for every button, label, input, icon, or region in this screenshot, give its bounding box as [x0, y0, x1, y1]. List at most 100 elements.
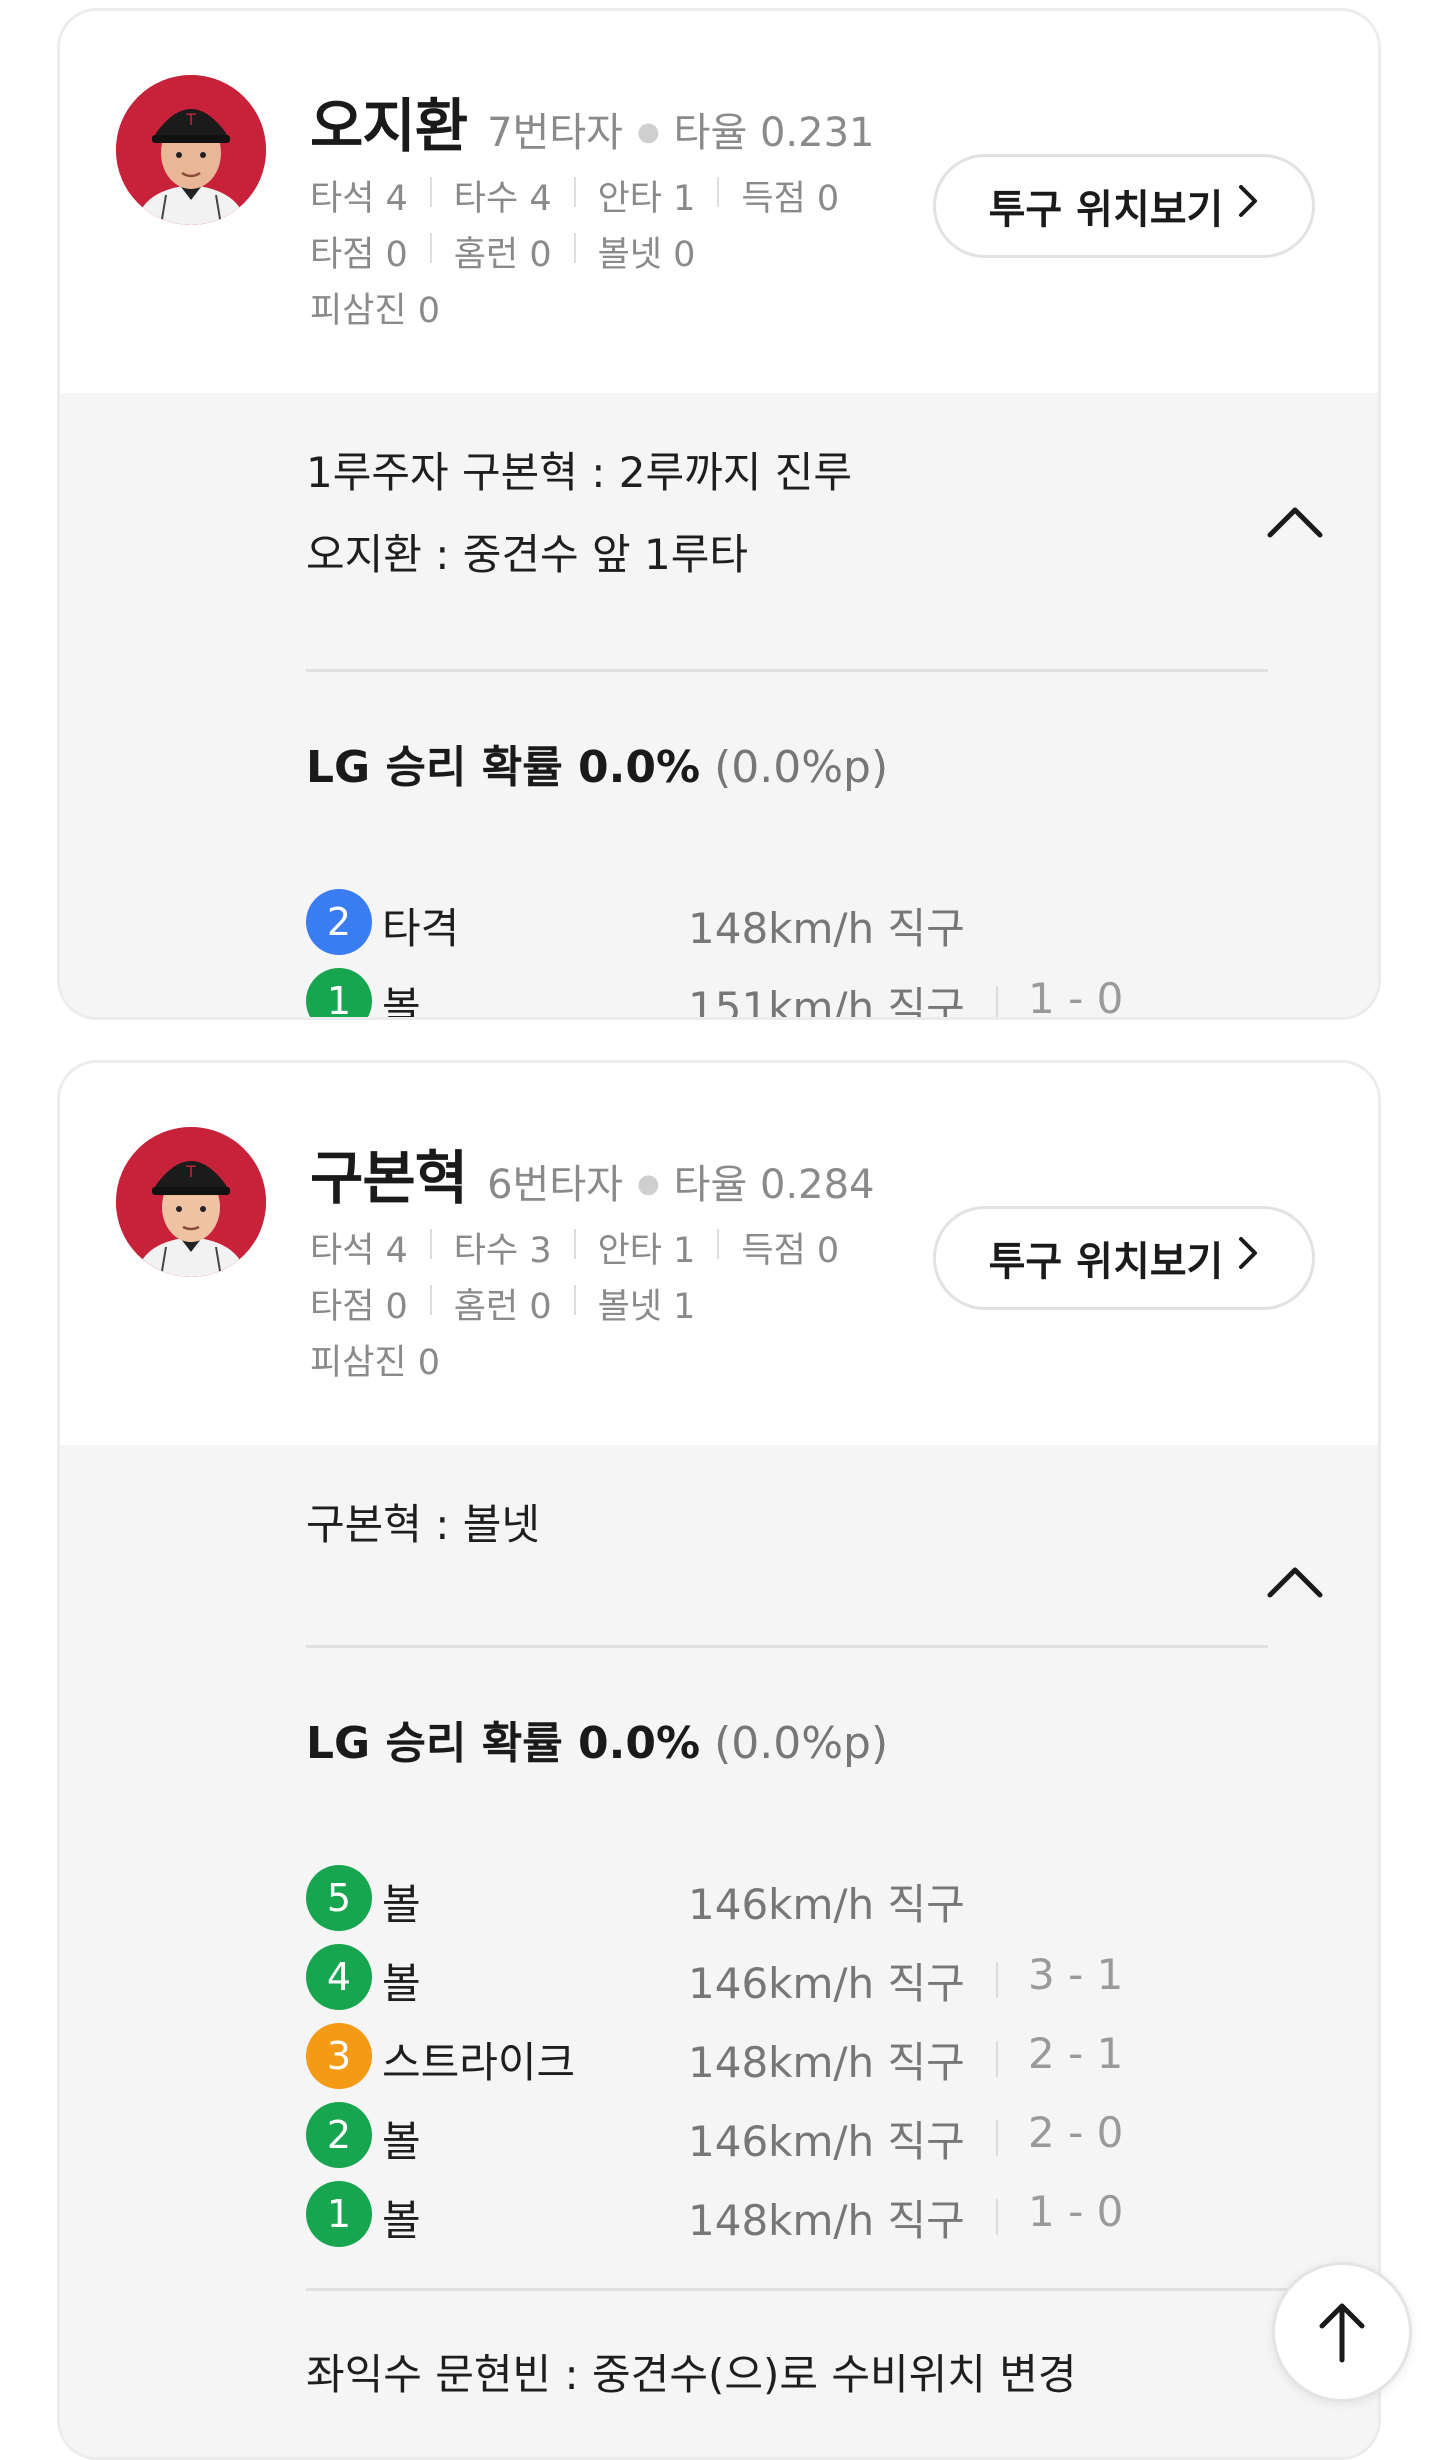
count-divider [996, 1962, 998, 1998]
player-header: T 구본혁 6번타자 ● 타율 0.284 타석 4 타수 3 안타 1 득점 … [60, 1063, 1378, 1445]
pitch-result: 볼 [382, 1880, 421, 1929]
count-divider [996, 2120, 998, 2156]
win-probability-change: (0.0%p) [714, 742, 889, 793]
stat-divider [573, 1285, 576, 1315]
section-divider [306, 669, 1268, 672]
stat-divider [429, 177, 432, 207]
arrow-up-icon [1319, 2303, 1365, 2363]
stat-strikeouts: 피삼진 0 [310, 291, 440, 331]
stat-at-bats: 타수 4 [453, 179, 552, 219]
stat-divider [573, 177, 576, 207]
pitch-row: 2 볼 146km/h 직구 2 - 0 [306, 2102, 1206, 2168]
stat-hits: 안타 1 [597, 1231, 696, 1271]
stat-home-runs: 홈런 0 [453, 235, 552, 275]
pitch-row: 1 볼 148km/h 직구 1 - 0 [306, 2181, 1206, 2247]
pitch-result: 볼 [382, 983, 421, 1020]
stat-divider [717, 1229, 720, 1259]
stat-divider [429, 1229, 432, 1259]
section-divider [306, 1645, 1268, 1648]
stat-strikeouts: 피삼진 0 [310, 1343, 440, 1383]
pitch-number-badge: 2 [306, 2102, 372, 2168]
pitch-result: 타격 [382, 904, 460, 953]
stat-divider [429, 1285, 432, 1315]
chevron-right-icon [1237, 183, 1259, 229]
stat-walks: 볼넷 0 [597, 235, 696, 275]
chevron-up-icon [1267, 1567, 1323, 1598]
pitch-number-badge: 4 [306, 1944, 372, 2010]
ball-strike-count: 1 - 0 [1028, 974, 1124, 1020]
player-name: 구본혁 [310, 1144, 468, 1212]
pitch-speed-type: 146km/h 직구 [688, 1880, 965, 1929]
win-probability-value: LG 승리 확률 0.0% [306, 742, 701, 793]
pitch-number-badge: 5 [306, 1865, 372, 1931]
stat-rbi: 타점 0 [310, 235, 408, 275]
count-divider [996, 2041, 998, 2077]
section-divider [306, 2288, 1330, 2291]
ball-strike-count: 3 - 1 [1028, 1950, 1124, 1999]
pitch-row: 3 스트라이크 148km/h 직구 2 - 1 [306, 2023, 1206, 2089]
ball-strike-count: 2 - 1 [1028, 2029, 1124, 2078]
separator-dot: ● [636, 1169, 660, 1199]
pitch-number-badge: 1 [306, 968, 372, 1017]
batting-average: 타율 0.284 [673, 1162, 875, 1208]
pitch-number-badge: 3 [306, 2023, 372, 2089]
pitch-location-button-label: 투구 위치보기 [988, 1239, 1224, 1285]
batting-order: 6번타자 [487, 1162, 623, 1208]
win-probability-value: LG 승리 확률 0.0% [306, 1718, 701, 1769]
player-name-line: 구본혁 6번타자 ● 타율 0.284 [310, 1131, 874, 1215]
stat-runs: 득점 0 [741, 1231, 840, 1271]
stat-divider [573, 233, 576, 263]
stat-rbi: 타점 0 [310, 1287, 408, 1327]
play-event: 좌익수 문현빈 : 중견수(으)로 수비위치 변경 [306, 2350, 1077, 2399]
player-name: 오지환 [310, 92, 468, 160]
pitch-location-button[interactable]: 투구 위치보기 [933, 154, 1315, 258]
collapse-toggle[interactable] [1260, 497, 1330, 547]
win-probability: LG 승리 확률 0.0% (0.0%p) [306, 1707, 888, 1771]
pitch-row: 4 볼 146km/h 직구 3 - 1 [306, 1944, 1206, 2010]
pitch-number-badge: 2 [306, 889, 372, 955]
stat-plate-appearances: 타석 4 [310, 179, 408, 219]
stat-hits: 안타 1 [597, 179, 696, 219]
pitch-result: 볼 [382, 2117, 421, 2166]
play-event: 오지환 : 중견수 앞 1루타 [306, 530, 749, 579]
player-card: T 오지환 7번타자 ● 타율 0.231 타석 4 타수 4 안타 1 득점 … [57, 8, 1381, 1020]
pitch-result: 볼 [382, 2196, 421, 2245]
player-avatar: T [116, 75, 266, 225]
separator-dot: ● [636, 117, 660, 147]
win-probability: LG 승리 확률 0.0% (0.0%p) [306, 731, 888, 795]
player-avatar: T [116, 1127, 266, 1277]
pitch-speed-type: 146km/h 직구 [688, 1959, 965, 2008]
ball-strike-count: 2 - 0 [1028, 2108, 1124, 2157]
count-divider [996, 986, 998, 1017]
svg-text:T: T [185, 110, 196, 129]
stat-divider [429, 233, 432, 263]
pitch-result: 스트라이크 [382, 2038, 576, 2087]
chevron-up-icon [1267, 507, 1323, 538]
stat-divider [717, 177, 720, 207]
stat-at-bats: 타수 3 [453, 1231, 552, 1271]
player-card: T 구본혁 6번타자 ● 타율 0.284 타석 4 타수 3 안타 1 득점 … [57, 1060, 1381, 2460]
stat-plate-appearances: 타석 4 [310, 1231, 408, 1271]
pitch-speed-type: 148km/h 직구 [688, 2196, 965, 2245]
chevron-right-icon [1237, 1235, 1259, 1281]
scroll-to-top-button[interactable] [1272, 2262, 1412, 2402]
svg-text:T: T [185, 1162, 196, 1181]
player-stats: 타석 4 타수 3 안타 1 득점 0 타점 0 홈런 0 볼넷 1 피삼진 0 [310, 1223, 839, 1391]
pitch-speed-type: 148km/h 직구 [688, 2038, 965, 2087]
stat-divider [573, 1229, 576, 1259]
batting-average: 타율 0.231 [673, 110, 875, 156]
pitch-location-button[interactable]: 투구 위치보기 [933, 1206, 1315, 1310]
collapse-toggle[interactable] [1260, 1557, 1330, 1607]
pitch-speed-type: 148km/h 직구 [688, 904, 965, 953]
player-header: T 오지환 7번타자 ● 타율 0.231 타석 4 타수 4 안타 1 득점 … [60, 11, 1378, 393]
count-divider [996, 2199, 998, 2235]
pitch-speed-type: 146km/h 직구 [688, 2117, 965, 2166]
stat-walks: 볼넷 1 [597, 1287, 696, 1327]
player-name-line: 오지환 7번타자 ● 타율 0.231 [310, 79, 874, 163]
play-detail: 구본혁 : 볼넷 LG 승리 확률 0.0% (0.0%p) 5 볼 146km/h… [60, 1445, 1378, 2457]
stat-home-runs: 홈런 0 [453, 1287, 552, 1327]
win-probability-change: (0.0%p) [714, 1718, 889, 1769]
batting-order: 7번타자 [487, 110, 623, 156]
pitch-row: 5 볼 146km/h 직구 [306, 1865, 1206, 1931]
play-event: 구본혁 : 볼넷 [306, 1500, 541, 1549]
